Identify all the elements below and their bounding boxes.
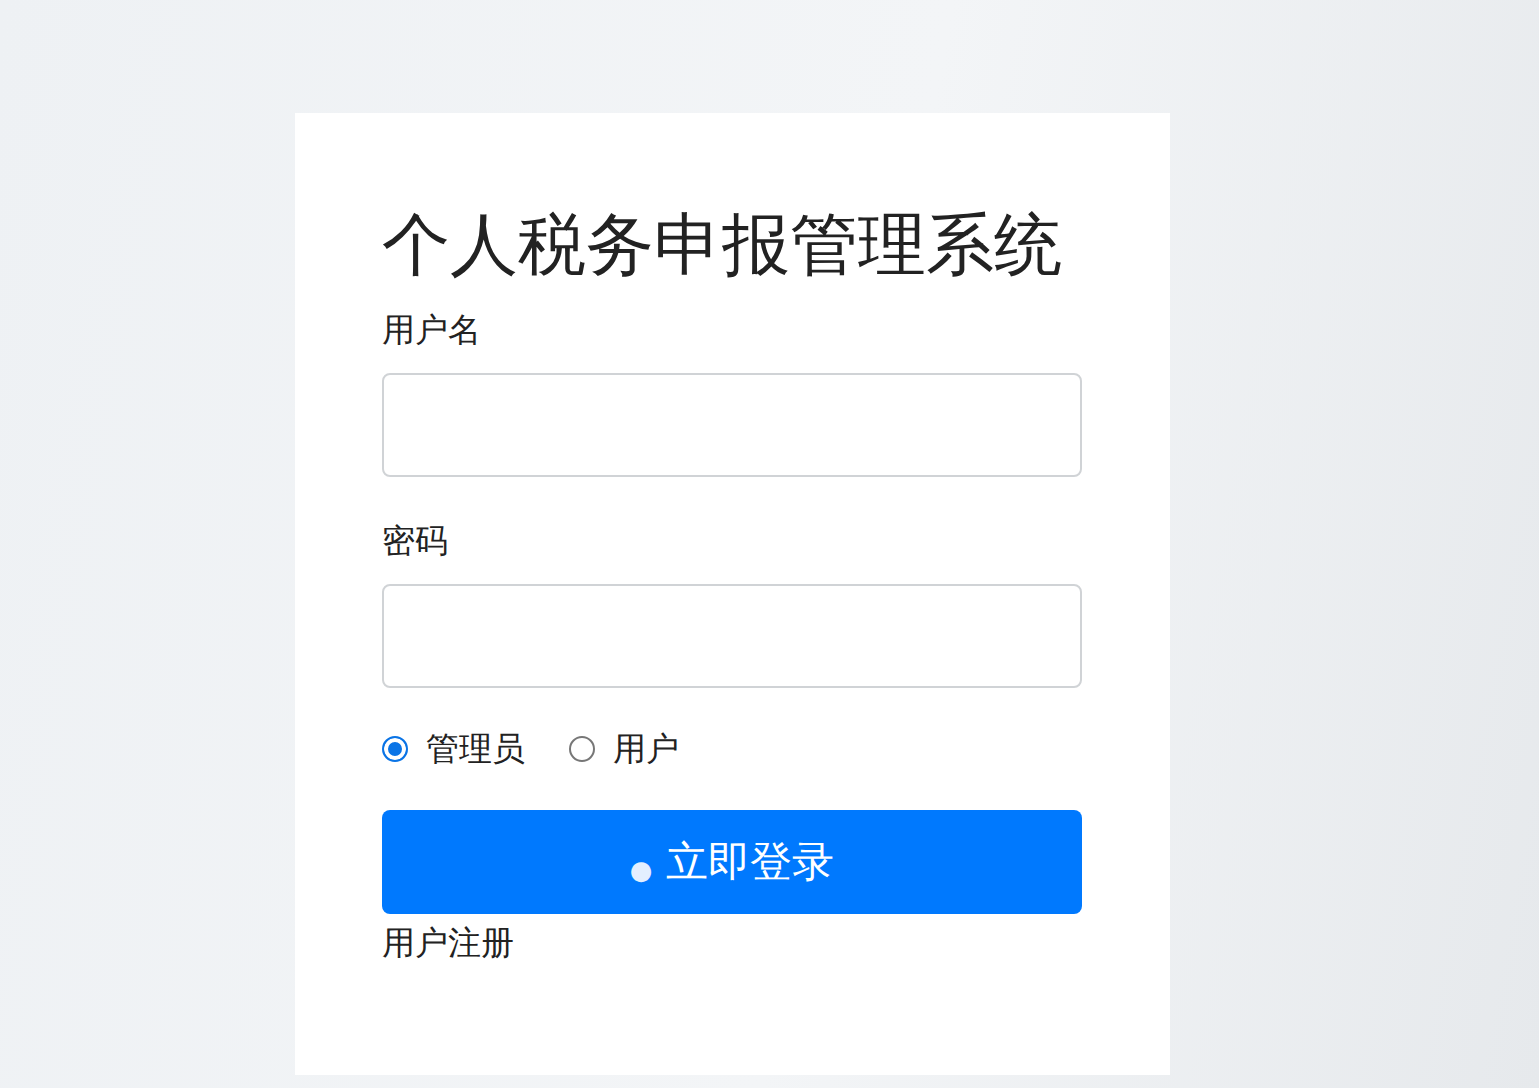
loading-dot-icon: ● bbox=[630, 855, 653, 885]
role-group: 管理员 用户 bbox=[382, 727, 1082, 771]
system-title: 个人税务申报管理系统 bbox=[382, 204, 1082, 286]
login-button-label: 立即登录 bbox=[666, 834, 834, 890]
password-input[interactable] bbox=[382, 584, 1082, 688]
username-input[interactable] bbox=[382, 373, 1082, 477]
role-label: 用户 bbox=[613, 727, 679, 771]
radio-icon[interactable] bbox=[382, 736, 408, 762]
login-page: 个人税务申报管理系统用户名密码管理员 用户 ● 立即登录用户注册 bbox=[0, 0, 1539, 1088]
field-label: 用户名 bbox=[382, 308, 1082, 352]
role-option[interactable]: 管理员 bbox=[382, 727, 525, 771]
login-card: 个人税务申报管理系统用户名密码管理员 用户 ● 立即登录用户注册 bbox=[295, 113, 1170, 1075]
login-button[interactable]: ● 立即登录 bbox=[382, 810, 1082, 914]
radio-icon[interactable] bbox=[569, 736, 595, 762]
register-link[interactable]: 用户注册 bbox=[382, 921, 514, 965]
role-option[interactable]: 用户 bbox=[569, 727, 679, 771]
field-label: 密码 bbox=[382, 519, 1082, 563]
role-label: 管理员 bbox=[426, 727, 525, 771]
